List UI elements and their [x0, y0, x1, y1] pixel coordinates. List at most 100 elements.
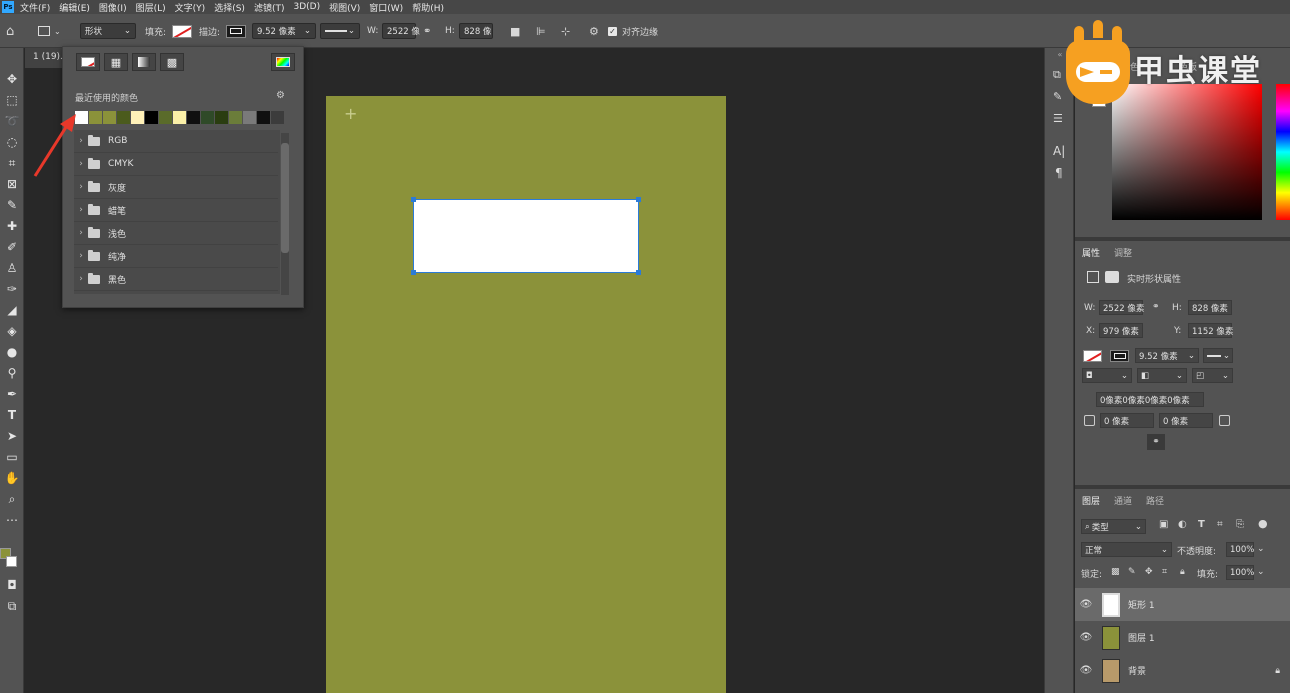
- recent-swatch[interactable]: [145, 111, 158, 124]
- prop-y-input[interactable]: 1152 像素: [1188, 323, 1233, 338]
- stroke-width-input[interactable]: 9.52 像素 ⌄: [252, 23, 316, 39]
- fill-opacity-input[interactable]: 100%: [1226, 565, 1254, 580]
- quick-mask-icon[interactable]: ◘: [0, 576, 24, 594]
- menu-3d[interactable]: 3D(D): [293, 2, 320, 12]
- prop-width-input[interactable]: 2522 像素: [1099, 300, 1144, 315]
- folder-pastel[interactable]: › 蜡笔: [74, 199, 278, 222]
- document-tab[interactable]: 1 (19).j: [25, 48, 65, 68]
- transform-handle[interactable]: [636, 197, 641, 202]
- type-tool-icon[interactable]: T: [0, 406, 24, 424]
- lock-pixels-icon[interactable]: ✎: [1128, 567, 1136, 577]
- folder-pure[interactable]: › 纯净: [74, 245, 278, 268]
- prop-stroke-type-select[interactable]: ⌄: [1203, 348, 1233, 363]
- home-icon[interactable]: ⌂: [6, 23, 14, 39]
- dodge-tool-icon[interactable]: ⚲: [0, 364, 24, 382]
- solid-color-button[interactable]: ▦: [104, 53, 128, 71]
- transform-handle[interactable]: [411, 197, 416, 202]
- tab-properties[interactable]: 属性: [1082, 246, 1100, 259]
- eyedropper-tool-icon[interactable]: ✎: [0, 196, 24, 214]
- no-color-button[interactable]: [76, 53, 100, 71]
- scrollbar-thumb[interactable]: [281, 143, 289, 253]
- folder-dark[interactable]: › 黑色: [74, 268, 278, 291]
- menu-file[interactable]: 文件(F): [20, 1, 50, 14]
- link-corners-icon[interactable]: ⚭: [1147, 434, 1165, 450]
- rectangle-tool-icon[interactable]: ▭: [0, 448, 24, 466]
- height-input[interactable]: 828 像: [459, 23, 493, 39]
- layer-row-rectangle[interactable]: 👁︎ 矩形 1: [1075, 588, 1290, 621]
- stroke-cap-select[interactable]: ◧ ⌄: [1137, 368, 1187, 383]
- recent-swatch[interactable]: [89, 111, 102, 124]
- smart-object-filter-icon[interactable]: ⎘: [1236, 519, 1244, 530]
- layer-row-layer1[interactable]: 👁︎ 图层 1: [1075, 621, 1290, 654]
- lock-transparent-icon[interactable]: ▩: [1111, 567, 1120, 577]
- eye-icon[interactable]: 👁︎: [1075, 665, 1097, 676]
- eye-icon[interactable]: 👁︎: [1075, 599, 1097, 610]
- frame-tool-icon[interactable]: ⊠: [0, 175, 24, 193]
- tab-paths[interactable]: 路径: [1146, 494, 1164, 507]
- prop-stroke-swatch[interactable]: [1110, 350, 1129, 362]
- recent-swatch[interactable]: [187, 111, 200, 124]
- link-icon[interactable]: ⚭: [423, 23, 431, 39]
- tool-preset-picker[interactable]: ⌄: [38, 23, 61, 39]
- recent-swatch[interactable]: [159, 111, 172, 124]
- corner-tl-input[interactable]: 0 像素: [1100, 413, 1154, 428]
- path-selection-icon[interactable]: ➤: [0, 427, 24, 445]
- color-picker-button[interactable]: [271, 53, 295, 71]
- document-canvas[interactable]: +: [326, 96, 726, 693]
- menu-view[interactable]: 视图(V): [329, 1, 360, 14]
- recent-swatch[interactable]: [243, 111, 256, 124]
- gear-icon[interactable]: ⚙: [276, 90, 285, 101]
- photoshop-logo-icon[interactable]: Ps: [2, 1, 14, 13]
- tab-adjustments[interactable]: 调整: [1114, 246, 1132, 259]
- recent-swatch[interactable]: [215, 111, 228, 124]
- crop-tool-icon[interactable]: ⌗: [0, 154, 24, 172]
- recent-swatch[interactable]: [229, 111, 242, 124]
- folder-cmyk[interactable]: › CMYK: [74, 153, 278, 176]
- folder-list-scrollbar[interactable]: [281, 133, 289, 295]
- paint-bucket-icon[interactable]: ◈: [0, 322, 24, 340]
- corner-radius-summary[interactable]: 0像素0像素0像素0像素: [1096, 392, 1204, 407]
- prop-x-input[interactable]: 979 像素: [1099, 323, 1143, 338]
- recent-swatch[interactable]: [117, 111, 130, 124]
- stroke-align-select[interactable]: ◘ ⌄: [1082, 368, 1132, 383]
- character-panel-icon[interactable]: A|: [1053, 144, 1065, 158]
- menu-type[interactable]: 文字(Y): [175, 1, 206, 14]
- more-tools-icon[interactable]: ⋯: [0, 511, 24, 529]
- folder-rgb[interactable]: › RGB: [74, 130, 278, 153]
- recent-swatch[interactable]: [131, 111, 144, 124]
- clone-stamp-icon[interactable]: ♙: [0, 259, 24, 277]
- corner-tr-input[interactable]: 0 像素: [1159, 413, 1213, 428]
- blur-tool-icon[interactable]: ●: [0, 343, 24, 361]
- history-panel-icon[interactable]: ⧉: [1053, 68, 1061, 82]
- screen-mode-icon[interactable]: ⧉: [0, 597, 24, 615]
- prop-stroke-width-input[interactable]: 9.52 像素 ⌄: [1135, 348, 1199, 363]
- path-alignment-icon[interactable]: ⊫: [536, 23, 546, 39]
- link-icon[interactable]: ⚭: [1152, 302, 1160, 312]
- folder-light[interactable]: › 浅色: [74, 222, 278, 245]
- tab-channels[interactable]: 通道: [1114, 494, 1132, 507]
- adjustment-filter-icon[interactable]: ◐: [1178, 519, 1187, 530]
- fill-swatch[interactable]: [172, 23, 192, 39]
- type-filter-icon[interactable]: T: [1198, 519, 1205, 530]
- gear-icon[interactable]: ⚙: [589, 23, 599, 39]
- chevron-down-icon[interactable]: ⌄: [1257, 544, 1265, 554]
- eraser-tool-icon[interactable]: ◢: [0, 301, 24, 319]
- marquee-tool-icon[interactable]: ⬚: [0, 91, 24, 109]
- stroke-join-select[interactable]: ◰ ⌄: [1192, 368, 1233, 383]
- history-brush-icon[interactable]: ✑: [0, 280, 24, 298]
- pattern-button[interactable]: ▩: [160, 53, 184, 71]
- recent-swatch[interactable]: [201, 111, 214, 124]
- pen-tool-icon[interactable]: ✒: [0, 385, 24, 403]
- menu-edit[interactable]: 编辑(E): [59, 1, 90, 14]
- brush-panel-icon[interactable]: ✎: [1053, 90, 1062, 103]
- menu-window[interactable]: 窗口(W): [369, 1, 403, 14]
- tool-mode-select[interactable]: 形状 ⌄: [80, 23, 136, 39]
- menu-filter[interactable]: 滤镜(T): [254, 1, 285, 14]
- opacity-input[interactable]: 100%: [1226, 542, 1254, 557]
- tab-layers[interactable]: 图层: [1082, 494, 1100, 507]
- prop-fill-swatch[interactable]: [1083, 350, 1102, 362]
- recent-swatch[interactable]: [103, 111, 116, 124]
- quick-select-tool-icon[interactable]: ◌: [0, 133, 24, 151]
- filter-toggle-icon[interactable]: ●: [1258, 517, 1268, 530]
- pixel-filter-icon[interactable]: ▣: [1159, 519, 1168, 530]
